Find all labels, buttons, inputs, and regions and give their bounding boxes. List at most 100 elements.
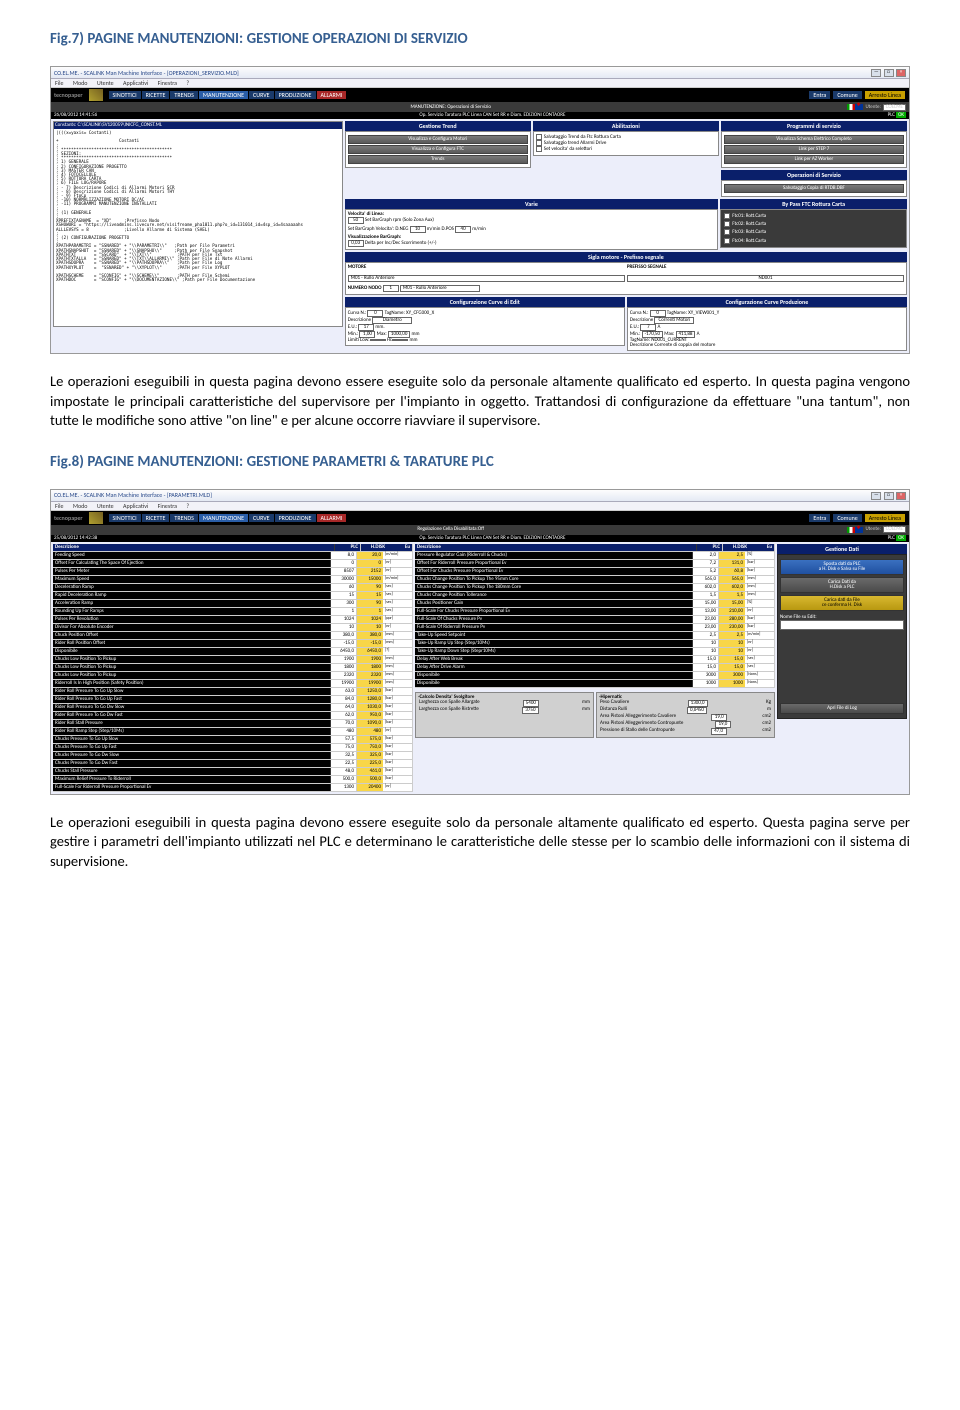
minimize-icon[interactable]: — [871,69,881,77]
chk-ftc04[interactable] [724,238,730,244]
btn-comune[interactable]: Comune [833,91,861,99]
subtitle-text: Regolazione Cella Disabilitata:Off [54,527,847,532]
menu-file[interactable]: File [55,502,64,510]
flag-uk-icon[interactable] [855,104,863,110]
btn-entra[interactable]: Entra [809,514,830,522]
btn-vis-motori[interactable]: Visualizza e Configura Motori [348,135,528,144]
tab-produzione[interactable]: PRODUZIONE [275,91,316,99]
fld-low[interactable] [370,339,386,341]
sub-setrr[interactable]: Set RR e Diam. [493,535,523,541]
tab-curve[interactable]: CURVE [249,514,274,522]
tab-curve[interactable]: CURVE [249,91,274,99]
close-icon[interactable]: × [896,492,906,500]
maximize-icon[interactable]: □ [884,69,894,77]
fld-motore[interactable]: M01 - Rullo Anteriore [348,275,625,282]
fld-nodo[interactable]: 1 [383,285,399,292]
menu-help[interactable]: ? [186,502,189,510]
fld-curva-p[interactable]: 0 [650,310,666,317]
chk-ftc01[interactable] [724,213,730,219]
btn-schema[interactable]: Visualizza Schema Elettrico Completo [724,135,904,144]
subtitle-bar: Regolazione Cella Disabilitata:Off Utent… [51,525,909,535]
menu-modo[interactable]: Modo [73,79,88,87]
sub-taratura[interactable]: Taratura PLC [445,112,470,118]
maximize-icon[interactable]: □ [884,492,894,500]
btn-azworker[interactable]: Link per AZ Worker [724,155,904,164]
btn-vis-ftc[interactable]: Visualizza e Configura FTC [348,145,528,154]
menu-finestra[interactable]: Finestra [158,79,177,87]
tab-allarmi[interactable]: ALLARMI [317,91,347,99]
fld-dneg[interactable]: 10 [410,226,426,233]
file-input[interactable] [780,620,904,630]
btn-arresto[interactable]: Arresto Linea [865,514,905,522]
table-row: Acceleration Ramp30090[sec] [53,600,413,608]
chk-salv-drive[interactable] [536,140,542,146]
btn-save-rtdb[interactable]: Salvataggio Copia di RTDB.DBF [724,184,904,193]
sub-setrr[interactable]: Set RR e Diam. [493,112,523,118]
tab-allarmi[interactable]: ALLARMI [317,514,347,522]
fld-hi[interactable] [392,339,408,341]
btn-apri-log[interactable]: Apri File di Log [780,703,904,714]
screenshot-fig8: CO.EL.ME. - SCALINK Man Machine Interfac… [50,489,910,795]
tab-produzione[interactable]: PRODUZIONE [275,514,316,522]
menu-utente[interactable]: Utente [97,502,114,510]
fld-larg-ris[interactable]: 3750 [522,707,538,714]
sub-edizioni[interactable]: EDIZIONI [524,112,542,118]
menu-file[interactable]: File [55,79,64,87]
flag-it-icon[interactable] [847,527,855,533]
tab-manutenzione[interactable]: MANUTENZIONE [199,514,248,522]
btn-arresto[interactable]: Arresto Linea [865,91,905,99]
brand-label: tecnopaper [54,515,83,521]
sub-contaore[interactable]: CONTAORE [543,112,566,118]
btn-carica-hdisk[interactable]: Carica Dati da H.Disk a PLC [780,577,904,593]
chk-ftc03[interactable] [724,229,730,235]
fld-larg-all[interactable]: 5400 [523,700,539,707]
btn-entra[interactable]: Entra [809,91,830,99]
chk-set-vel[interactable] [536,146,542,152]
menu-utente[interactable]: Utente [97,79,114,87]
tab-ricette[interactable]: RICETTE [142,91,170,99]
tab-manutenzione[interactable]: MANUTENZIONE [199,91,248,99]
table-row: Rapid Deceleration Ramp1515[sec] [53,592,413,600]
tab-ricette[interactable]: RICETTE [142,514,170,522]
menu-modo[interactable]: Modo [73,502,88,510]
close-icon[interactable]: × [896,69,906,77]
btn-step7[interactable]: Link per STEP 7 [724,145,904,154]
tab-trends[interactable]: TRENDS [170,514,197,522]
sub-opservizio[interactable]: Op. Servizio [419,535,443,541]
menu-applicativi[interactable]: Applicativi [123,502,148,510]
tab-trends[interactable]: TRENDS [170,91,197,99]
constants-text[interactable]: |(((x=yaxis= Costanti) + Costanti ; ; **… [56,131,340,282]
flag-it-icon[interactable] [847,104,855,110]
btn-comune[interactable]: Comune [833,514,861,522]
sub-opservizio[interactable]: Op. Servizio [419,112,443,118]
chk-salv-ftc[interactable] [536,134,542,140]
plc-status: PLC OK [888,536,906,541]
btn-sposta-plc[interactable]: Sposta dati da PLC a H. Disk e Salva su … [780,559,904,575]
fld-curva-e[interactable]: 0 [367,310,383,317]
flag-uk-icon[interactable] [855,527,863,533]
fld-prefisso[interactable]: ND001 [627,275,904,282]
fld-dpos[interactable]: 40 [455,226,471,233]
hdr-gestione-trend: Gestione Trend [345,121,531,131]
btn-carica-file[interactable]: Carica dati da File ce conferma H. Disk [780,595,904,611]
tab-sinottici[interactable]: SINOTTICI [109,514,141,522]
btn-trends[interactable]: Trends [348,155,528,164]
sub-contaore[interactable]: CONTAORE [543,535,566,541]
table-row: Chucks Change Position To Pickup The 180… [415,584,775,592]
sub-edizioni[interactable]: EDIZIONI [524,535,542,541]
menubar: File Modo Utente Applicativi Finestra ? [51,502,909,511]
hdr-cce: Configurazione Curve di Edit [345,297,625,307]
fld-delta[interactable]: 0,03 [348,240,364,247]
fld-vel[interactable]: 50 [348,217,364,224]
table-row: Offset For Chucks Pressure Proportional … [415,568,775,576]
minimize-icon[interactable]: — [871,492,881,500]
sub-lineacan[interactable]: Linea CAN [471,535,492,541]
menu-help[interactable]: ? [186,79,189,87]
tab-sinottici[interactable]: SINOTTICI [109,91,141,99]
hdr-sigla: Sigla motore - Prefisso segnale [345,252,907,262]
chk-ftc02[interactable] [724,221,730,227]
menu-applicativi[interactable]: Applicativi [123,79,148,87]
sub-taratura[interactable]: Taratura PLC [445,535,470,541]
sub-lineacan[interactable]: Linea CAN [471,112,492,118]
menu-finestra[interactable]: Finestra [158,502,177,510]
